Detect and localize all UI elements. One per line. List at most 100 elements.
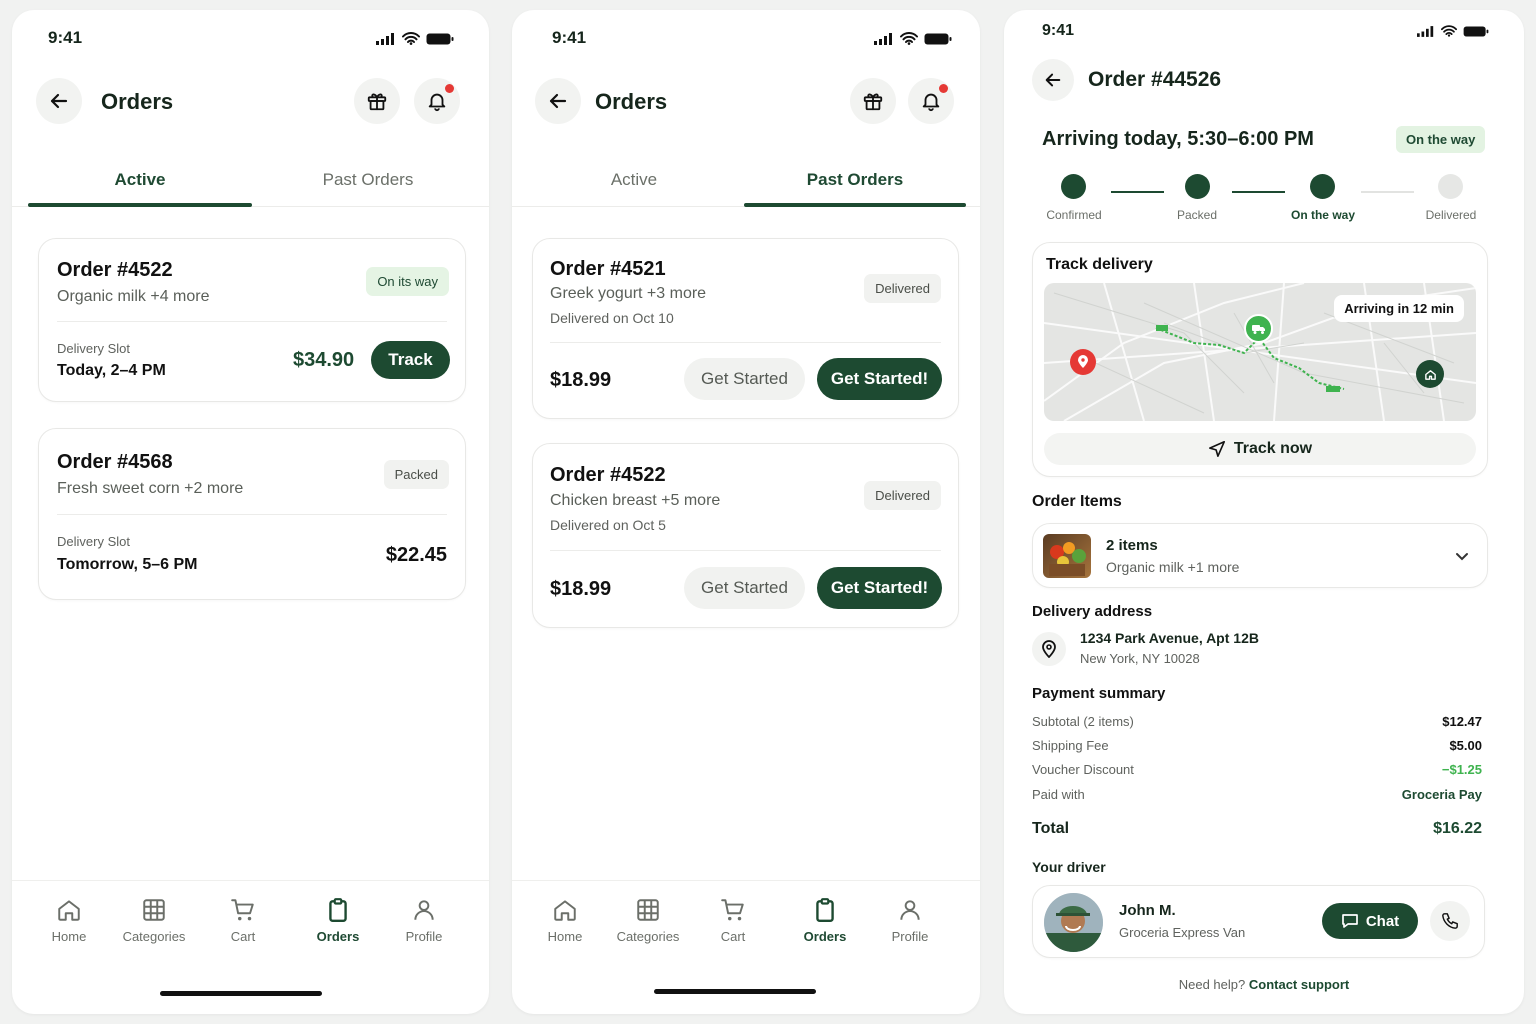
nav-label: Cart: [230, 929, 256, 944]
track-now-button[interactable]: Track now: [1044, 433, 1476, 465]
nav-profile[interactable]: Profile: [865, 897, 955, 944]
order-id: Order #4522: [57, 259, 173, 281]
help-row: Need help? Contact support: [1004, 977, 1524, 992]
status-time: 9:41: [48, 28, 83, 47]
nav-label: Home: [51, 929, 87, 944]
order-items: Fresh sweet corn +2 more: [57, 480, 244, 497]
nav-label: Profile: [405, 929, 443, 944]
driver-photo: [1044, 893, 1103, 952]
step-label: Delivered: [1425, 208, 1477, 222]
gift-button[interactable]: [354, 78, 400, 124]
eta-chip: Arriving in 12 min: [1334, 295, 1464, 322]
notifications-button[interactable]: [414, 78, 460, 124]
card-divider: [550, 342, 941, 343]
chat-bubble-icon: [1341, 914, 1358, 928]
home-indicator: [654, 989, 816, 994]
order-price: $34.90: [293, 349, 355, 371]
delivered-date: Delivered on Oct 5: [550, 517, 666, 533]
bell-icon: [428, 93, 446, 112]
signal-icon: [1417, 25, 1434, 37]
driver-card: John M. Groceria Express Van Chat: [1032, 885, 1485, 958]
step-dot-confirmed: [1061, 174, 1086, 199]
clipboard-icon: [329, 898, 347, 923]
call-button[interactable]: [1430, 901, 1470, 941]
slot-value: Today, 2–4 PM: [57, 362, 166, 379]
nav-cart[interactable]: Cart: [198, 897, 288, 944]
page-title: Orders: [101, 89, 174, 114]
nav-categories[interactable]: Categories: [109, 897, 199, 944]
battery-icon: [426, 33, 454, 44]
tab-past-orders[interactable]: Past Orders: [744, 170, 966, 190]
user-icon: [414, 900, 434, 920]
order-card[interactable]: Order #4568 Fresh sweet corn +2 more Pac…: [38, 428, 466, 600]
order-items: Organic milk +4 more: [57, 288, 210, 305]
order-items: Greek yogurt +3 more: [550, 285, 707, 302]
slot-value: Tomorrow, 5–6 PM: [57, 556, 198, 573]
page-title: Order #44526: [1088, 68, 1222, 91]
get-started-primary-button[interactable]: Get Started!: [817, 567, 942, 609]
truck-icon: [1252, 324, 1265, 334]
nav-orders[interactable]: Orders: [293, 897, 383, 944]
tab-indicator: [28, 203, 252, 207]
back-button[interactable]: [36, 78, 82, 124]
back-button[interactable]: [1032, 59, 1074, 101]
card-divider: [57, 514, 447, 515]
nav-orders[interactable]: Orders: [780, 897, 870, 944]
home-icon: [1424, 369, 1436, 380]
contact-support-link[interactable]: Contact support: [1249, 977, 1349, 992]
tab-past-orders[interactable]: Past Orders: [256, 170, 480, 190]
order-detail-screen: 9:41 Order #44526 Arriving today, 5:30–6…: [1004, 10, 1524, 1014]
track-delivery-card: Track delivery Arriving in 12 min Track …: [1032, 242, 1488, 477]
payment-title: Payment summary: [1032, 685, 1166, 702]
nav-cart[interactable]: Cart: [688, 897, 778, 944]
get-started-primary-button[interactable]: Get Started!: [817, 358, 942, 400]
card-divider: [550, 550, 941, 551]
home-icon: [58, 900, 80, 921]
nav-label: Categories: [122, 929, 186, 944]
order-card[interactable]: Order #4522 Chicken breast +5 more Deliv…: [532, 443, 959, 628]
bell-icon: [922, 93, 940, 112]
nav-categories[interactable]: Categories: [603, 897, 693, 944]
address-line1: 1234 Park Avenue, Apt 12B: [1080, 630, 1259, 646]
track-button[interactable]: Track: [371, 341, 450, 379]
home-icon: [554, 900, 576, 921]
order-items-card[interactable]: 2 items Organic milk +1 more: [1032, 523, 1488, 588]
get-started-secondary-button[interactable]: Get Started: [684, 567, 805, 609]
payment-row-value: $12.47: [1442, 714, 1482, 729]
step-label: On the way: [1290, 208, 1355, 222]
page-title: Orders: [595, 89, 668, 114]
get-started-secondary-button[interactable]: Get Started: [684, 358, 805, 400]
battery-icon: [924, 33, 952, 44]
slot-label: Delivery Slot: [57, 534, 130, 549]
nav-label: Profile: [891, 929, 929, 944]
delivery-map[interactable]: Arriving in 12 min: [1044, 283, 1476, 421]
notifications-button[interactable]: [908, 78, 954, 124]
delivered-date: Delivered on Oct 10: [550, 310, 674, 326]
order-card[interactable]: Order #4521 Greek yogurt +3 more Deliver…: [532, 238, 959, 419]
chevron-down-icon: [1456, 553, 1468, 561]
arrow-left-icon: [549, 93, 567, 109]
driver-name: John M.: [1119, 902, 1176, 919]
total-value: $16.22: [1433, 820, 1482, 837]
step-dot-on-the-way: [1310, 174, 1335, 199]
status-icons: [376, 32, 454, 45]
address-pin: [1032, 632, 1066, 666]
orders-past-screen: 9:41 Orders Active Past Orders Order #45…: [512, 10, 980, 1014]
payment-row-label: Subtotal (2 items): [1032, 714, 1134, 729]
items-summary: Organic milk +1 more: [1106, 559, 1240, 575]
location-pin-icon: [1078, 355, 1088, 368]
nav-home[interactable]: Home: [520, 897, 610, 944]
back-button[interactable]: [535, 78, 581, 124]
tab-active[interactable]: Active: [524, 170, 744, 190]
home-indicator: [160, 991, 322, 996]
tab-active[interactable]: Active: [28, 170, 252, 190]
gift-button[interactable]: [850, 78, 896, 124]
order-items: Chicken breast +5 more: [550, 492, 721, 509]
notification-dot: [445, 84, 454, 93]
nav-home[interactable]: Home: [24, 897, 114, 944]
order-price: $22.45: [385, 544, 447, 566]
order-card[interactable]: Order #4522 Organic milk +4 more On its …: [38, 238, 466, 402]
chat-button[interactable]: Chat: [1322, 903, 1418, 939]
total-label: Total: [1032, 820, 1070, 837]
nav-profile[interactable]: Profile: [379, 897, 469, 944]
